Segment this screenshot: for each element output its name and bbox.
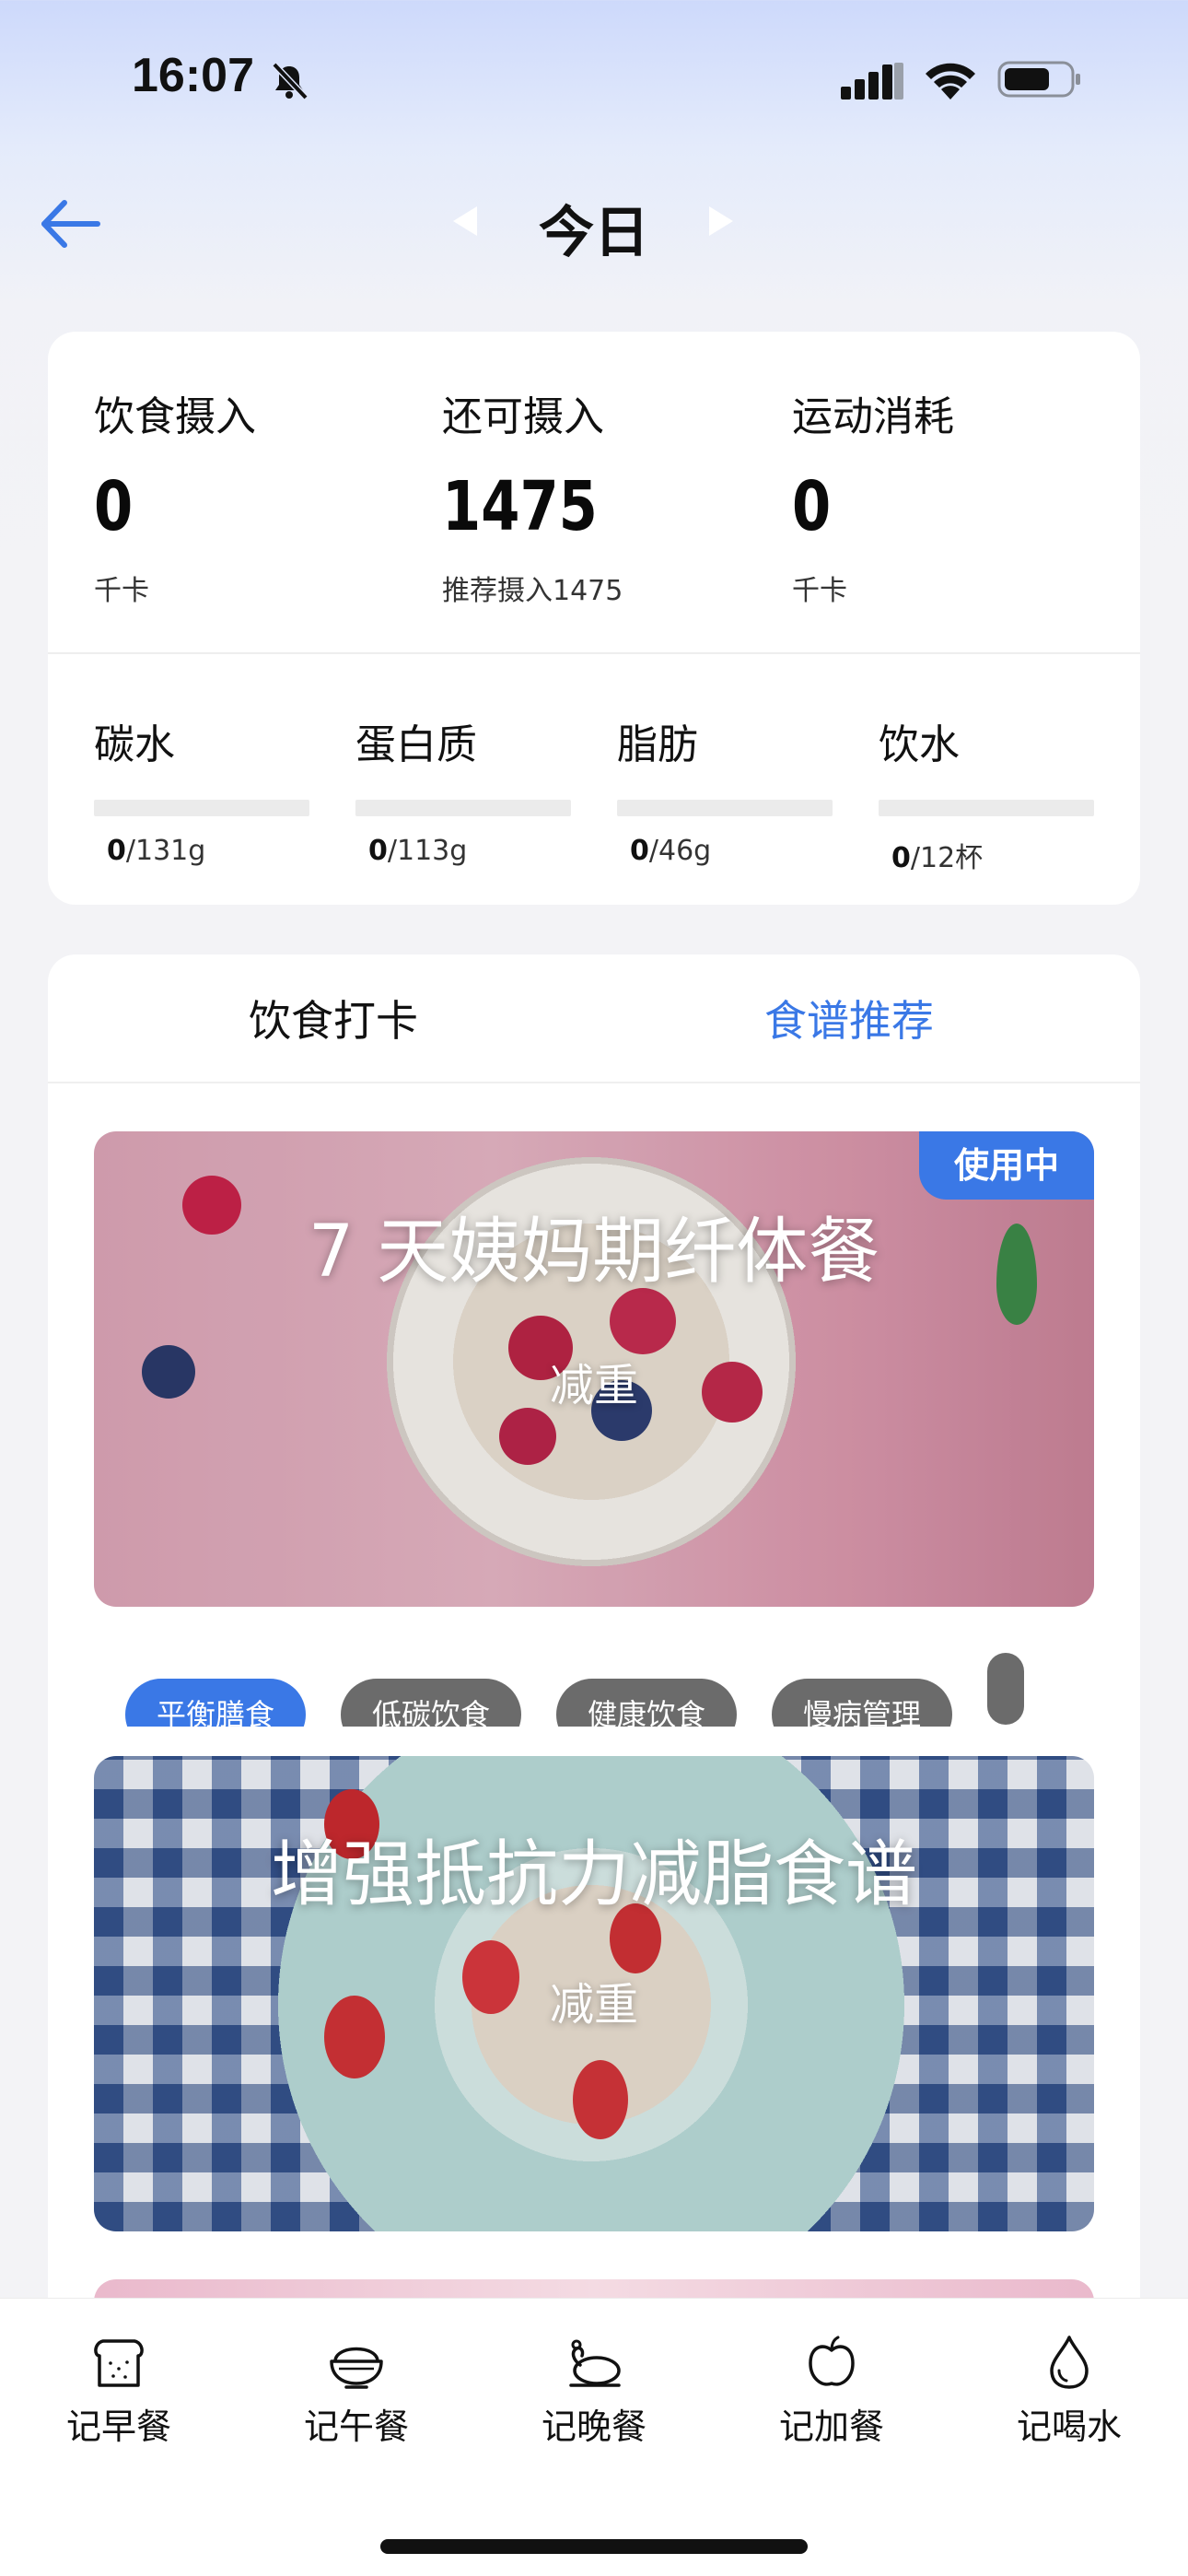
exercise-label: 运动消耗 [792, 393, 954, 440]
remaining-value: 1475 [442, 467, 598, 546]
macro-carbs: 碳水 0/131g [94, 711, 309, 867]
home-indicator[interactable] [380, 2539, 808, 2554]
tab-bar: 饮食打卡 食谱推荐 [48, 954, 1140, 1083]
previous-day-button[interactable] [448, 203, 481, 240]
page-title: 今日 [539, 201, 649, 265]
roast-chicken-icon [569, 2339, 621, 2387]
macro-target: /46g [648, 835, 712, 867]
macro-progress-bar [617, 800, 833, 816]
nutrition-summary-card: 饮食摄入 0 千卡 还可摄入 1475 推荐摄入1475 运动消耗 0 千卡 碳… [48, 332, 1140, 905]
apple-icon [809, 2336, 855, 2386]
in-use-badge: 使用中 [919, 1131, 1094, 1200]
banner-title: 增强抵抗力减脂食谱 [270, 1833, 917, 1916]
macro-value: 0/131g [107, 835, 309, 867]
macro-target: /131g [125, 835, 206, 867]
intake-unit: 千卡 [94, 575, 149, 607]
battery-icon [997, 61, 1080, 98]
chip-low-carb[interactable]: 低碳饮食 [341, 1679, 522, 1727]
macro-protein: 蛋白质 0/113g [355, 711, 571, 867]
macro-target: /12杯 [910, 842, 984, 874]
remaining-stat: 还可摄入 1475 推荐摄入1475 [442, 383, 632, 608]
tab-log-lunch[interactable]: 记午餐 [278, 2332, 435, 2449]
tab-log-breakfast[interactable]: 记早餐 [41, 2332, 197, 2449]
macro-current: 0 [368, 835, 388, 867]
macro-fat: 脂肪 0/46g [617, 711, 833, 867]
macro-label: 脂肪 [617, 721, 698, 768]
status-time: 16:07 [132, 49, 254, 102]
bell-off-icon [272, 62, 309, 100]
macro-value: 0/12杯 [891, 835, 1094, 875]
macro-progress-bar [879, 800, 1094, 816]
recipe-banner[interactable]: 7 天姨妈期纤体餐 减重 使用中 [94, 1131, 1094, 1607]
bottom-tab-label: 记早餐 [65, 2406, 171, 2447]
macro-label: 蛋白质 [355, 721, 477, 768]
tab-log-water[interactable]: 记喝水 [991, 2332, 1147, 2449]
recommended-intake: 推荐摄入1475 [442, 575, 623, 607]
exercise-value: 0 [792, 467, 832, 546]
tab-log-dinner[interactable]: 记晚餐 [516, 2332, 672, 2449]
tab-log-snack[interactable]: 记加餐 [753, 2332, 910, 2449]
summary-divider [48, 652, 1140, 654]
macro-progress-bar [94, 800, 309, 816]
exercise-stat: 运动消耗 0 千卡 [792, 383, 954, 608]
chip-chronic-disease[interactable]: 慢病管理 [772, 1679, 953, 1727]
back-button[interactable] [37, 192, 111, 256]
exercise-unit: 千卡 [792, 575, 847, 607]
next-day-button[interactable] [705, 203, 739, 240]
intake-value: 0 [94, 467, 134, 546]
water-drop-icon [1050, 2336, 1089, 2389]
chip-healthy-diet[interactable]: 健康饮食 [556, 1679, 738, 1727]
cellular-signal-icon [841, 63, 903, 100]
remaining-label: 还可摄入 [442, 393, 604, 440]
macro-value: 0/113g [368, 835, 571, 867]
macro-value: 0/46g [630, 835, 833, 867]
rice-bowl-icon [330, 2347, 383, 2389]
macro-water: 饮水 0/12杯 [879, 711, 1094, 875]
macro-target: /113g [387, 835, 468, 867]
recipe-banner[interactable]: 增强抵抗力减脂食谱 减重 [94, 1756, 1094, 2231]
macro-label: 碳水 [94, 721, 175, 768]
macro-label: 饮水 [879, 721, 960, 768]
banner-subtitle: 减重 [549, 1360, 638, 1411]
category-chips: 平衡膳食 低碳饮食 健康饮食 慢病管理 [125, 1653, 1140, 1727]
bottom-tab-label: 记午餐 [303, 2406, 409, 2447]
bread-icon [94, 2339, 144, 2387]
bottom-tab-label: 记晚餐 [541, 2406, 646, 2447]
tab-recipe-recommend[interactable]: 食谱推荐 [764, 988, 934, 1048]
wifi-icon [926, 63, 975, 100]
macro-current: 0 [630, 835, 649, 867]
chip-more[interactable] [987, 1653, 1025, 1725]
chip-balanced-diet[interactable]: 平衡膳食 [125, 1679, 307, 1727]
bottom-tab-label: 记喝水 [1016, 2406, 1122, 2447]
macro-progress-bar [355, 800, 571, 816]
banner-subtitle: 减重 [549, 1979, 638, 2031]
bottom-tab-bar: 记早餐 记午餐 记晚餐 记加餐 记喝水 [0, 2298, 1188, 2576]
intake-stat: 饮食摄入 0 千卡 [94, 383, 256, 608]
macro-current: 0 [891, 842, 911, 874]
banner-title: 7 天姨妈期纤体餐 [308, 1211, 880, 1294]
bottom-tab-label: 记加餐 [778, 2406, 884, 2447]
status-bar: 16:07 [0, 0, 1188, 157]
intake-label: 饮食摄入 [94, 393, 256, 440]
tab-diet-checkin[interactable]: 饮食打卡 [249, 988, 418, 1048]
macro-current: 0 [107, 835, 126, 867]
